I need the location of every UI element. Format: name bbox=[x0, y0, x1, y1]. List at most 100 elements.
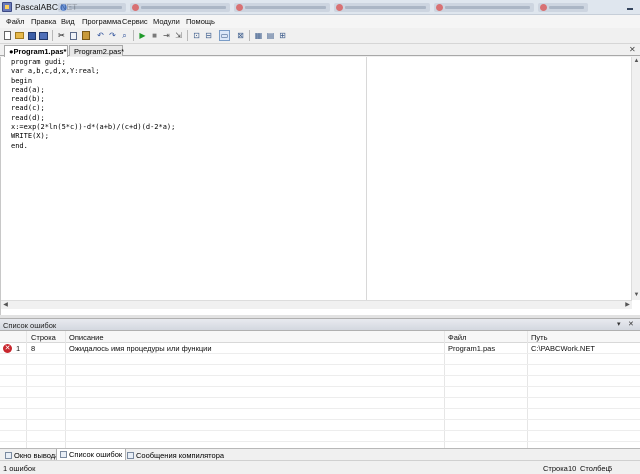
form-designer-icon[interactable]: ▦ bbox=[253, 30, 264, 41]
cut-icon[interactable]: ✂ bbox=[56, 30, 67, 41]
horizontal-scrollbar[interactable]: ◀ ▶ bbox=[1, 300, 632, 309]
status-col-value: 5 bbox=[608, 464, 613, 473]
error-path: C:\PABCWork.NET bbox=[531, 344, 595, 353]
new-file-icon[interactable] bbox=[2, 30, 13, 41]
debug-window-icon[interactable]: ▤ bbox=[265, 30, 276, 41]
title-bar: PascalABC.NET bbox=[0, 0, 640, 15]
background-window-tab-4[interactable] bbox=[334, 3, 430, 12]
find-icon[interactable]: ⌕ bbox=[119, 30, 130, 41]
menu-help[interactable]: Помощь bbox=[186, 17, 215, 26]
menu-modules[interactable]: Модули bbox=[153, 17, 180, 26]
breakpoint-icon[interactable]: ⊡ bbox=[191, 30, 202, 41]
background-window-tab-5[interactable] bbox=[434, 3, 534, 12]
scroll-right-icon[interactable]: ▶ bbox=[623, 301, 632, 310]
document-tabs: ●Program1.pas* Program2.pas* ✕ bbox=[0, 44, 640, 57]
run-icon[interactable]: ▶ bbox=[137, 30, 148, 41]
output-window-icon bbox=[5, 452, 12, 459]
empty-row bbox=[0, 420, 640, 431]
watch-icon[interactable]: ⊟ bbox=[203, 30, 214, 41]
tab-compiler-messages-label: Сообщения компилятора bbox=[136, 451, 225, 460]
code-line: begin bbox=[11, 76, 33, 85]
step-icon[interactable]: ⇥ bbox=[161, 30, 172, 41]
empty-row bbox=[0, 398, 640, 409]
format-icon[interactable]: ⊠ bbox=[235, 30, 246, 41]
menu-view[interactable]: Вид bbox=[61, 17, 75, 26]
empty-row bbox=[0, 354, 640, 365]
column-header-description[interactable]: Описание bbox=[69, 333, 104, 342]
status-error-count: 1 ошибок bbox=[3, 464, 36, 473]
column-header-file[interactable]: Файл bbox=[448, 333, 466, 342]
tab-program2[interactable]: Program2.pas* bbox=[69, 45, 124, 56]
error-list-icon bbox=[60, 451, 67, 458]
code-line: x:=exp(2*ln(5*c))-d*(a+b)/(c+d)(d-2*a); bbox=[11, 123, 176, 132]
redo-icon[interactable]: ↷ bbox=[107, 30, 118, 41]
minimize-icon[interactable] bbox=[624, 1, 636, 13]
options-icon[interactable]: ⊞ bbox=[277, 30, 288, 41]
stop-icon[interactable]: ■ bbox=[149, 30, 160, 41]
right-margin-guide bbox=[366, 57, 367, 300]
vertical-scrollbar[interactable]: ▲ ▼ bbox=[631, 57, 640, 300]
open-file-icon[interactable] bbox=[14, 30, 25, 41]
code-line: var a,b,c,d,x,Y:real; bbox=[11, 67, 100, 76]
empty-row bbox=[0, 387, 640, 398]
scroll-left-icon[interactable]: ◀ bbox=[1, 301, 10, 310]
grid-header: Строка Описание Файл Путь bbox=[0, 331, 640, 343]
code-line: read(d); bbox=[11, 113, 45, 122]
column-header-path[interactable]: Путь bbox=[531, 333, 547, 342]
pascalabc-app-icon bbox=[2, 2, 12, 12]
menu-bar: Файл Правка Вид Программа Сервис Модули … bbox=[0, 15, 640, 28]
save-all-icon[interactable] bbox=[38, 30, 49, 41]
code-line: WRITE(X); bbox=[11, 132, 49, 141]
compiler-messages-icon bbox=[127, 452, 134, 459]
close-icon[interactable]: ✕ bbox=[629, 45, 636, 54]
error-file: Program1.pas bbox=[448, 344, 496, 353]
tab-error-list-label: Список ошибок bbox=[69, 450, 123, 459]
error-icon: ✕ bbox=[3, 344, 12, 353]
toolbar-separator bbox=[249, 30, 250, 41]
menu-service[interactable]: Сервис bbox=[122, 17, 148, 26]
background-window-tab-1[interactable] bbox=[58, 3, 126, 12]
copy-icon[interactable] bbox=[68, 30, 79, 41]
scroll-up-icon[interactable]: ▲ bbox=[632, 57, 640, 66]
error-line: 8 bbox=[31, 344, 36, 353]
code-editor[interactable]: program gudi; var a,b,c,d,x,Y:real; begi… bbox=[0, 57, 640, 315]
pin-icon[interactable]: ▾ bbox=[617, 320, 621, 328]
empty-row bbox=[0, 431, 640, 442]
background-window-tab-3[interactable] bbox=[234, 3, 330, 12]
toolbar-separator bbox=[187, 30, 188, 41]
code-area[interactable]: program gudi; var a,b,c,d,x,Y:real; begi… bbox=[11, 58, 175, 151]
code-line: read(b); bbox=[11, 95, 45, 104]
status-bar: 1 ошибок Строка 10 Столбец 5 bbox=[0, 460, 640, 474]
paste-icon[interactable] bbox=[80, 30, 91, 41]
step-into-icon[interactable]: ⇲ bbox=[173, 30, 184, 41]
status-col-label: Столбец bbox=[580, 464, 610, 473]
background-window-tab-6[interactable] bbox=[538, 3, 588, 12]
background-window-tab-2[interactable] bbox=[130, 3, 230, 12]
error-number: 1 bbox=[16, 344, 21, 353]
toolbar-separator bbox=[52, 30, 53, 41]
tab-output-window-label: Окно вывода bbox=[14, 451, 60, 460]
menu-program[interactable]: Программа bbox=[82, 17, 121, 26]
empty-row bbox=[0, 409, 640, 420]
output-window-icon[interactable]: ▭ bbox=[219, 30, 230, 41]
status-row-value: 10 bbox=[568, 464, 577, 473]
tab-program1[interactable]: ●Program1.pas* bbox=[4, 45, 68, 57]
empty-row bbox=[0, 365, 640, 376]
panel-title: Список ошибок bbox=[3, 321, 57, 330]
code-line: read(c); bbox=[11, 104, 45, 113]
status-row-label: Строка bbox=[543, 464, 568, 473]
menu-edit[interactable]: Правка bbox=[31, 17, 56, 26]
column-header-line[interactable]: Строка bbox=[31, 333, 56, 342]
close-panel-icon[interactable]: ✕ bbox=[628, 320, 634, 328]
menu-file[interactable]: Файл bbox=[6, 17, 24, 26]
toolbar-separator bbox=[133, 30, 134, 41]
error-row[interactable]: ✕ 1 8 Ожидалось имя процедуры или функци… bbox=[0, 343, 640, 354]
panel-header: Список ошибок ▾ ✕ bbox=[0, 319, 640, 331]
empty-row bbox=[0, 376, 640, 387]
code-line: read(a); bbox=[11, 85, 45, 94]
bottom-tabs: Окно вывода Список ошибок Сообщения комп… bbox=[0, 448, 640, 461]
scroll-down-icon[interactable]: ▼ bbox=[632, 291, 640, 300]
undo-icon[interactable]: ↶ bbox=[95, 30, 106, 41]
save-icon[interactable] bbox=[26, 30, 37, 41]
code-line: program gudi; bbox=[11, 58, 66, 66]
